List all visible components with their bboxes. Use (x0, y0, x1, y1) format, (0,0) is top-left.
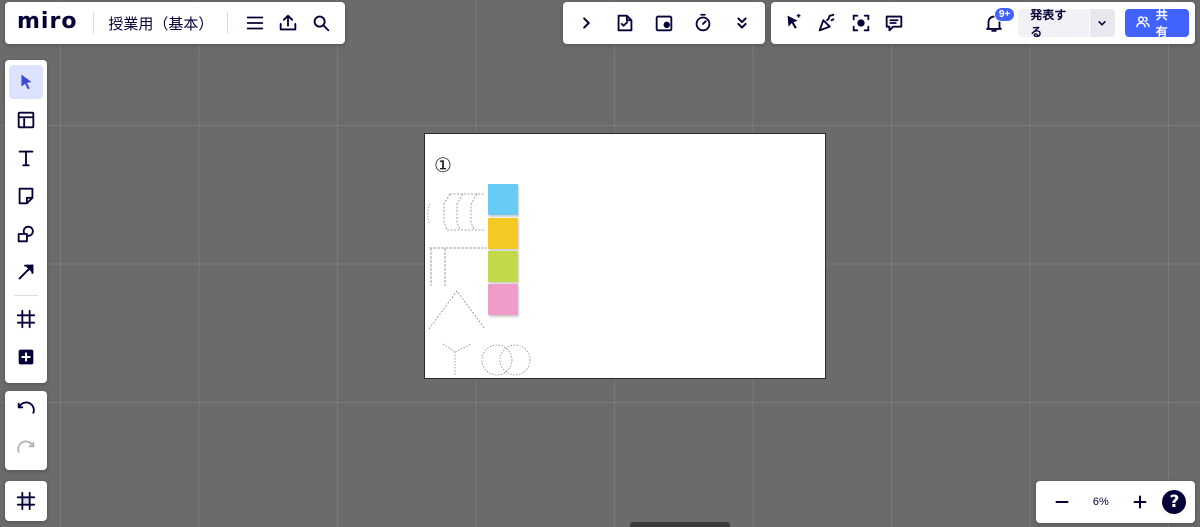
present-button[interactable]: 発表する (1018, 9, 1090, 37)
timer-icon[interactable] (686, 6, 720, 40)
sketch-shapes (427, 193, 531, 376)
zoom-in-icon[interactable] (1123, 485, 1157, 519)
reactions-icon[interactable] (810, 6, 843, 40)
plus-square-icon[interactable] (9, 340, 43, 374)
layout-icon[interactable] (9, 103, 43, 137)
sticky-note-blue[interactable] (488, 184, 518, 215)
arrow-icon[interactable] (9, 255, 43, 289)
board-frame[interactable]: ① (424, 133, 826, 379)
present-button-group: 発表する (1018, 9, 1115, 37)
voting-icon[interactable] (608, 6, 642, 40)
notification-badge: 9+ (993, 7, 1016, 22)
history-panel (5, 391, 47, 470)
board-title[interactable]: 授業用（基本） (104, 13, 217, 34)
sticky-note-icon[interactable] (9, 179, 43, 213)
zoom-out-icon[interactable] (1045, 485, 1079, 519)
upload-icon[interactable] (271, 6, 304, 40)
search-icon[interactable] (304, 6, 337, 40)
frames-panel-button[interactable] (5, 481, 47, 521)
help-icon[interactable]: ? (1162, 490, 1187, 514)
collaboration-toolbar (563, 2, 765, 44)
notification-bell-icon[interactable]: 9+ (977, 6, 1016, 40)
bottom-panel-handle[interactable] (630, 522, 730, 527)
cursor-follow-icon[interactable] (777, 6, 810, 40)
users-icon (1135, 14, 1151, 33)
double-chevron-down-icon[interactable] (725, 6, 759, 40)
frame-label: ① (434, 153, 452, 177)
shapes-icon[interactable] (9, 217, 43, 251)
divider (93, 12, 95, 34)
text-icon[interactable] (9, 141, 43, 175)
sticky-note-pink[interactable] (488, 284, 518, 315)
sticky-note-yellow[interactable] (488, 218, 518, 249)
frames-list-icon[interactable] (9, 484, 43, 518)
redo-icon[interactable] (9, 433, 43, 467)
zoom-level[interactable]: 6% (1084, 496, 1118, 508)
undo-icon[interactable] (9, 394, 43, 428)
left-toolbar (5, 60, 47, 383)
presentation-card-icon[interactable] (647, 6, 681, 40)
chevron-down-icon[interactable] (1089, 9, 1115, 37)
share-toolbar: 9+ 発表する 共有 (771, 2, 1195, 44)
frame-icon[interactable] (9, 302, 43, 336)
share-button[interactable]: 共有 (1124, 8, 1189, 39)
miro-logo[interactable]: miro (13, 9, 83, 37)
cursor-icon[interactable] (9, 65, 43, 99)
chevron-right-icon[interactable] (569, 6, 603, 40)
focus-icon[interactable] (844, 6, 877, 40)
divider (227, 12, 229, 34)
board-bar: miro 授業用（基本） (5, 2, 345, 44)
toolbar-divider (14, 295, 38, 296)
sticky-note-green[interactable] (488, 251, 518, 282)
comment-icon[interactable] (877, 6, 910, 40)
share-label: 共有 (1155, 8, 1168, 39)
hamburger-icon[interactable] (238, 6, 271, 40)
zoom-panel: 6% ? (1036, 481, 1195, 523)
